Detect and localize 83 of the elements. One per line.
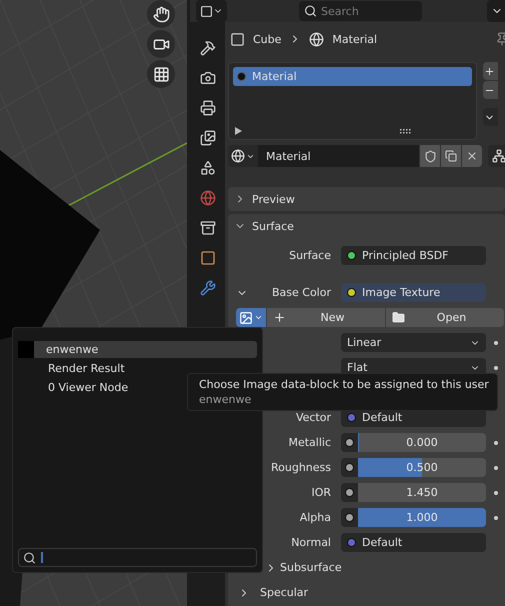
socket-dot	[345, 513, 354, 522]
close-icon	[466, 150, 478, 162]
field-label: Alpha	[300, 511, 331, 524]
square-icon	[200, 250, 216, 266]
field-label: Surface	[289, 249, 331, 262]
field-label: IOR	[311, 486, 331, 499]
editor-type-button[interactable]	[196, 0, 227, 22]
plus-icon	[273, 311, 286, 324]
material-icon	[309, 32, 324, 46]
shield-icon	[424, 150, 436, 162]
nodes-icon	[492, 149, 505, 163]
keyframe-dot[interactable]	[494, 340, 498, 344]
socket-field[interactable]: Principled BSDF	[341, 246, 486, 265]
grip-icon[interactable]	[400, 128, 412, 134]
menu-item[interactable]: enwenwe	[18, 341, 257, 358]
new-image-button[interactable]: New	[267, 308, 385, 327]
caret-icon	[254, 313, 263, 322]
fake-user-button[interactable]	[419, 145, 440, 167]
tooltip-detail: enwenwe	[199, 393, 252, 406]
value-slider[interactable]: 0.000	[358, 433, 486, 452]
remove-slot-button[interactable]	[483, 81, 498, 99]
socket-field[interactable]: Image Texture	[341, 283, 486, 302]
material-slot[interactable]: Material	[233, 67, 472, 86]
hand-icon	[152, 6, 170, 22]
value-slider[interactable]: 1.000	[358, 508, 486, 527]
plus-icon	[484, 66, 495, 76]
socket-dot	[345, 438, 354, 447]
grid-icon	[152, 66, 170, 82]
expand-icon[interactable]	[235, 127, 242, 135]
field-label: Vector	[296, 411, 331, 424]
dropdown[interactable]: Linear	[341, 333, 486, 352]
keyframe-dot[interactable]	[494, 516, 498, 520]
field-label: Roughness	[270, 461, 331, 474]
menu-search-field[interactable]	[18, 548, 257, 567]
keyframe-dot[interactable]	[494, 466, 498, 470]
options-button[interactable]	[487, 0, 505, 22]
wrench-icon	[200, 280, 216, 296]
open-image-button[interactable]: Open	[386, 308, 504, 327]
keyframe-dot[interactable]	[494, 366, 498, 370]
search-icon	[23, 551, 36, 564]
square-icon	[200, 4, 213, 18]
shapes-icon	[200, 160, 216, 176]
close-button[interactable]	[461, 145, 482, 167]
panel-header[interactable]: Surface	[228, 214, 505, 238]
camera-icon	[200, 70, 216, 86]
keyframe-dot[interactable]	[494, 490, 498, 494]
socket-field[interactable]: Default	[341, 533, 486, 552]
socket-dot	[345, 488, 354, 497]
field-label: Metallic	[288, 436, 331, 449]
subpanel-header[interactable]: Specular	[228, 583, 505, 602]
search-icon	[304, 4, 317, 18]
images-icon	[200, 130, 216, 146]
number-field[interactable]: 1.450	[358, 483, 486, 502]
menu-item[interactable]: Render Result	[18, 360, 257, 377]
field-label: Normal	[291, 536, 331, 549]
folder-icon	[392, 311, 405, 324]
breadcrumb-item[interactable]: Cube	[253, 32, 282, 46]
tool-icon	[200, 40, 216, 56]
image-icon	[239, 310, 253, 324]
material-browse-button[interactable]	[228, 145, 259, 167]
image-browse-button[interactable]	[236, 308, 266, 327]
material-icon	[231, 149, 245, 163]
tooltip-text: Choose Image data-block to be assigned to this user	[199, 378, 489, 391]
socket-dot	[345, 463, 354, 472]
breadcrumb-item[interactable]: Material	[332, 32, 378, 46]
printer-icon	[200, 100, 216, 116]
field-label: Base Color	[272, 286, 331, 299]
globe-icon	[200, 190, 216, 206]
subpanel-header[interactable]: Subsurface	[228, 558, 505, 577]
add-slot-button[interactable]	[483, 62, 498, 80]
duplicate-button[interactable]	[440, 145, 461, 167]
box-icon	[200, 220, 216, 236]
object-icon	[230, 32, 245, 46]
image-thumbnail	[18, 341, 34, 358]
search-field[interactable]: Search	[299, 1, 422, 21]
material-name-field[interactable]: Material	[259, 145, 419, 167]
panel-header[interactable]: Preview	[228, 187, 505, 211]
pin-icon	[495, 32, 505, 46]
copy-icon	[445, 150, 457, 162]
node-tree-button[interactable]	[488, 145, 505, 167]
slot-menu-button[interactable]	[483, 108, 498, 126]
value-slider[interactable]: 0.500	[358, 458, 486, 477]
keyframe-dot[interactable]	[494, 440, 498, 444]
